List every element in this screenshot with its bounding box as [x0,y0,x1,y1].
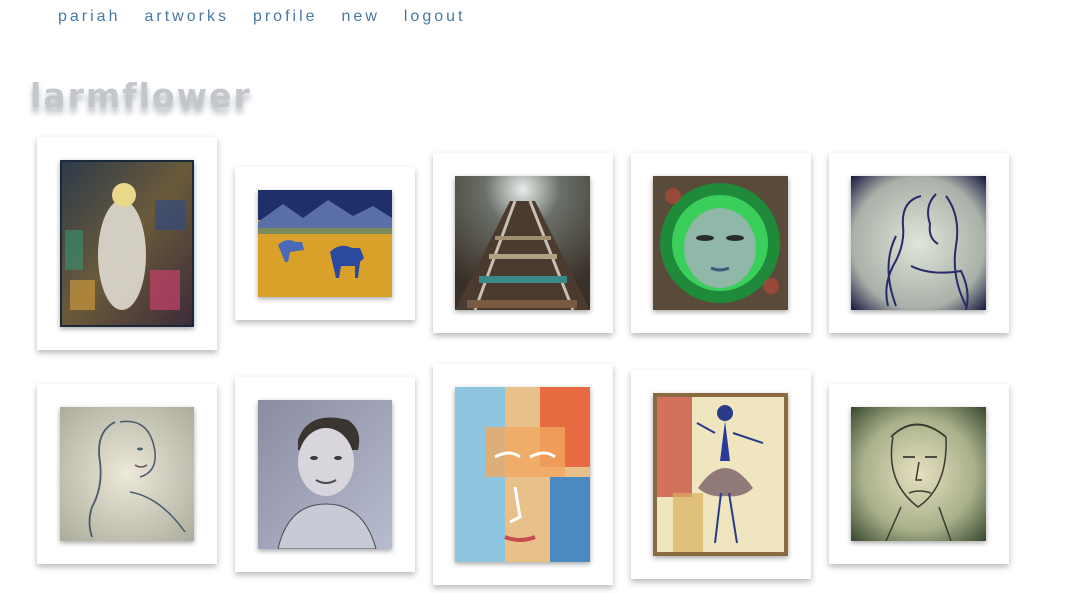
artwork-card-1[interactable] [37,137,217,350]
artwork-thumbnail[interactable] [60,407,194,541]
nav-logout-link[interactable]: logout [404,8,466,26]
artwork-card-6[interactable] [37,384,217,564]
artwork-card-7[interactable] [235,377,415,572]
artwork-card-9[interactable] [631,370,811,579]
nav-artworks-link[interactable]: artworks [144,8,228,26]
artwork-card-4[interactable] [631,153,811,333]
artwork-thumbnail[interactable] [455,176,590,310]
nav-pariah-link[interactable]: pariah [58,8,120,26]
artwork-thumbnail[interactable] [653,393,788,556]
nav-profile-link[interactable]: profile [253,8,318,26]
artwork-thumbnail[interactable] [60,160,194,327]
artwork-thumbnail[interactable] [455,387,590,562]
page-title: larmflower [30,76,252,115]
artwork-card-2[interactable] [235,167,415,320]
artwork-card-5[interactable] [829,153,1009,333]
nav-new-link[interactable]: new [342,8,380,26]
artwork-thumbnail[interactable] [258,190,392,297]
artwork-card-3[interactable] [433,153,613,333]
main-nav: pariah artworks profile new logout [58,8,489,26]
artwork-thumbnail[interactable] [653,176,788,310]
artwork-thumbnail[interactable] [851,176,986,310]
artwork-thumbnail[interactable] [851,407,986,541]
artwork-card-8[interactable] [433,364,613,585]
artwork-card-10[interactable] [829,384,1009,564]
artwork-thumbnail[interactable] [258,400,392,549]
